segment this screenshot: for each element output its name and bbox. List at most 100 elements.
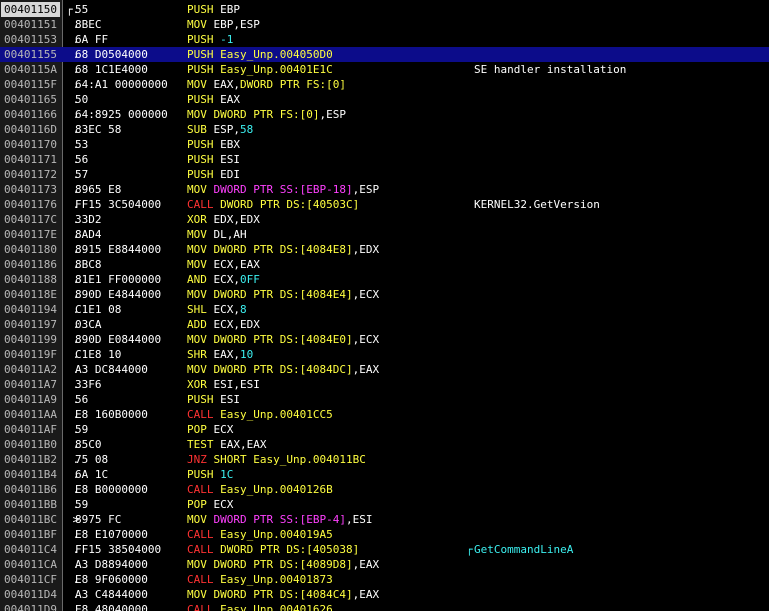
instruction-row[interactable]: 004011CF . E8 9F060000 CALL Easy_Unp.00401… — [0, 572, 769, 587]
instruction-hex: 6A FF — [75, 33, 109, 46]
instruction-row[interactable]: 004011A2 . A3 DC844000 MOV DWORD PTR DS:[4… — [0, 362, 769, 377]
instruction-row[interactable]: 004011C4 . FF15 38504000 CALL DWORD PTR DS… — [0, 542, 769, 557]
operand-token: ESI — [220, 153, 240, 166]
instruction-row[interactable]: 00401170 . 53 PUSH EBX — [0, 137, 769, 152]
instruction-row[interactable]: 004011AF . 59 POP ECX — [0, 422, 769, 437]
instruction-row[interactable]: 00401173 . 8965 E8 MOV DWORD PTR SS:[EBP-1… — [0, 182, 769, 197]
instruction-row[interactable]: 00401166 . 64:8925 000000 MOV DWORD PTR FS… — [0, 107, 769, 122]
instruction-row[interactable]: 00401188 . 81E1 FF000000 AND ECX,0FF — [0, 272, 769, 287]
instruction-disassembly: MOV DWORD PTR DS:[4089D8],EAX — [187, 557, 379, 572]
instruction-row[interactable]: 00401153 . 6A FF PUSH -1 — [0, 32, 769, 47]
instruction-row[interactable]: 004011A7 . 33F6 XOR ESI,ESI — [0, 377, 769, 392]
instruction-address: 00401186 — [4, 258, 57, 271]
instruction-row[interactable]: 004011CA . A3 D8894000 MOV DWORD PTR DS:[4… — [0, 557, 769, 572]
instruction-row[interactable]: 0040115A . 68 1C1E4000 PUSH Easy_Unp.00401… — [0, 62, 769, 77]
instruction-address: 004011A7 — [4, 378, 57, 391]
instruction-address: 0040115F — [4, 78, 57, 91]
instruction-hex: E8 160B0000 — [75, 408, 148, 421]
instruction-comment: GetCommandLineA — [474, 543, 574, 556]
instruction-hex: 57 — [75, 168, 89, 181]
instruction-disassembly: PUSH Easy_Unp.004050D0 — [187, 47, 333, 62]
instruction-address: 00401199 — [4, 333, 57, 346]
operand-token: MOV — [187, 333, 214, 346]
operand-token: PUSH — [187, 138, 221, 151]
instruction-disassembly: PUSH EDI — [187, 167, 240, 182]
operand-token: 10 — [240, 348, 254, 361]
instruction-disassembly: MOV DWORD PTR DS:[4084DC],EAX — [187, 362, 379, 377]
instruction-row[interactable]: 004011BB . 59 POP ECX — [0, 497, 769, 512]
instruction-disassembly: PUSH EAX — [187, 92, 240, 107]
instruction-row[interactable]: 0040116D . 83EC 58 SUB ESP,58 — [0, 122, 769, 137]
instruction-row[interactable]: 00401186 . 8BC8 MOV ECX,EAX — [0, 257, 769, 272]
operand-token: ,EDX — [352, 243, 380, 256]
operand-token: XOR — [187, 378, 214, 391]
instruction-row[interactable]: 00401199 . 890D E0844000 MOV DWORD PTR DS:… — [0, 332, 769, 347]
instruction-hex: 85C0 — [75, 438, 102, 451]
operand-token: CALL — [187, 543, 221, 556]
instruction-address: 004011B6 — [4, 483, 57, 496]
instruction-address: 004011D4 — [4, 588, 57, 601]
instruction-hex: C1E8 10 — [75, 348, 122, 361]
instruction-row[interactable]: 004011B0 . 85C0 TEST EAX,EAX — [0, 437, 769, 452]
instruction-row[interactable]: 0040117E . 8AD4 MOV DL,AH — [0, 227, 769, 242]
instruction-disassembly: MOV DWORD PTR DS:[4084E4],ECX — [187, 287, 379, 302]
instruction-row[interactable]: 004011B4 . 6A 1C PUSH 1C — [0, 467, 769, 482]
operand-token: ,EAX — [352, 363, 380, 376]
instruction-row[interactable]: 004011D9 . E8 48040000 CALL Easy_Unp.00401… — [0, 602, 769, 611]
instruction-row[interactable]: 004011A9 . 56 PUSH ESI — [0, 392, 769, 407]
disassembly-view[interactable]: 00401150 ┌. 55 PUSH EBP 00401151 . 8BEC MOV EB… — [0, 0, 769, 611]
operand-token: DWORD PTR DS:[405038] — [220, 543, 360, 556]
instruction-row[interactable]: 00401197 . 03CA ADD ECX,EDX — [0, 317, 769, 332]
operand-token: EAX, — [213, 78, 241, 91]
instruction-row[interactable]: 00401171 . 56 PUSH ESI — [0, 152, 769, 167]
operand-token: CALL — [187, 483, 221, 496]
instruction-row[interactable]: 00401155 . 68 D0504000 PUSH Easy_Unp.00405… — [0, 47, 769, 62]
instruction-hex: 59 — [75, 498, 89, 511]
instruction-address: 00401180 — [4, 243, 57, 256]
instruction-disassembly: JNZ SHORT Easy_Unp.004011BC — [187, 452, 366, 467]
operand-token: PUSH — [187, 93, 221, 106]
instruction-address: 004011BC — [4, 513, 57, 526]
instruction-hex: 55 — [75, 3, 89, 16]
instruction-hex: E8 9F060000 — [75, 573, 148, 586]
instruction-row[interactable]: 00401194 . C1E1 08 SHL ECX,8 — [0, 302, 769, 317]
instruction-row[interactable]: 004011BF . E8 E1070000 CALL Easy_Unp.00401… — [0, 527, 769, 542]
operand-token: MOV — [187, 588, 214, 601]
operand-token: EBP,ESP — [213, 18, 260, 31]
instruction-hex: 03CA — [75, 318, 102, 331]
operand-token: DL,AH — [213, 228, 247, 241]
operand-token: Easy_Unp.004019A5 — [220, 528, 333, 541]
instruction-hex: 56 — [75, 153, 89, 166]
instruction-row[interactable]: 0040119F . C1E8 10 SHR EAX,10 — [0, 347, 769, 362]
instruction-hex: 68 D0504000 — [75, 48, 148, 61]
instruction-hex: 6A 1C — [75, 468, 109, 481]
instruction-row[interactable]: 004011B6 . E8 B0000000 CALL Easy_Unp.00401… — [0, 482, 769, 497]
instruction-row[interactable]: 00401172 . 57 PUSH EDI — [0, 167, 769, 182]
instruction-row[interactable]: 004011B2 . 75 08 JNZ SHORT Easy_Unp.004011… — [0, 452, 769, 467]
instruction-row[interactable]: 0040117C . 33D2 XOR EDX,EDX — [0, 212, 769, 227]
instruction-row[interactable]: 00401151 . 8BEC MOV EBP,ESP — [0, 17, 769, 32]
instruction-row[interactable]: 0040115F . 64:A1 00000000 MOV EAX,DWORD PT… — [0, 77, 769, 92]
instruction-row[interactable]: 004011D4 . A3 C4844000 MOV DWORD PTR DS:[4… — [0, 587, 769, 602]
instruction-hex: FF15 3C504000 — [75, 198, 162, 211]
operand-token: Easy_Unp.00401626 — [220, 603, 333, 611]
instruction-address: 0040119F — [4, 348, 57, 361]
instruction-disassembly: AND ECX,0FF — [187, 272, 260, 287]
instruction-row[interactable]: 00401176 . FF15 3C504000 CALL DWORD PTR DS… — [0, 197, 769, 212]
operand-token: ,ECX — [352, 333, 380, 346]
instruction-address: 004011CA — [4, 558, 57, 571]
operand-token: AND — [187, 273, 214, 286]
operand-token: MOV — [187, 288, 214, 301]
instruction-row[interactable]: 004011AA . E8 160B0000 CALL Easy_Unp.00401… — [0, 407, 769, 422]
operand-token: EDI — [220, 168, 240, 181]
instruction-hex: 33F6 — [75, 378, 102, 391]
instruction-hex: C1E1 08 — [75, 303, 122, 316]
instruction-row[interactable]: 004011BC >8975 FC MOV DWORD PTR SS:[EBP-4… — [0, 512, 769, 527]
instruction-row[interactable]: 0040118E . 890D E4844000 MOV DWORD PTR DS:… — [0, 287, 769, 302]
instruction-hex: 59 — [75, 423, 89, 436]
instruction-row[interactable]: 00401165 . 50 PUSH EAX — [0, 92, 769, 107]
instruction-disassembly: MOV DWORD PTR FS:[0],ESP — [187, 107, 346, 122]
instruction-row[interactable]: 00401180 . 8915 E8844000 MOV DWORD PTR DS:… — [0, 242, 769, 257]
instruction-row[interactable]: 00401150 ┌. 55 PUSH EBP — [0, 2, 769, 17]
operand-token: Easy_Unp.00401E1C — [220, 63, 333, 76]
